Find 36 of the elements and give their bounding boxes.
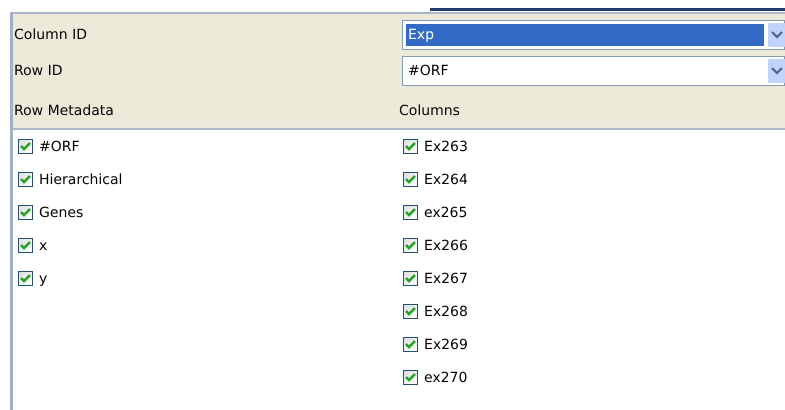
checkbox-label: Ex264 <box>424 170 468 188</box>
checkbox[interactable] <box>18 139 33 154</box>
checkbox[interactable] <box>18 172 33 187</box>
checkbox[interactable] <box>403 337 418 352</box>
checkbox[interactable] <box>18 271 33 286</box>
list-heading: Columns <box>398 102 461 121</box>
checkbox-label: Hierarchical <box>39 170 122 188</box>
checkbox-label: ex270 <box>424 368 468 386</box>
checkbox[interactable] <box>403 238 418 253</box>
checkbox-label: Ex269 <box>424 336 468 354</box>
dropdown-field[interactable]: Exp <box>402 20 785 50</box>
checkbox[interactable] <box>18 205 33 220</box>
field-label: Row ID <box>13 62 64 81</box>
checkbox-label: Ex266 <box>424 236 468 254</box>
caret-icon <box>771 31 783 39</box>
checkbox-label: x <box>39 236 48 254</box>
checkbox[interactable] <box>403 205 418 220</box>
checkbox-label: Ex268 <box>424 302 468 320</box>
checkbox[interactable] <box>18 238 33 253</box>
checkbox-label: #ORF <box>39 138 80 156</box>
dropdown-button[interactable] <box>768 59 785 83</box>
list-heading: Row Metadata <box>13 102 115 121</box>
checkbox[interactable] <box>403 271 418 286</box>
checkbox[interactable] <box>403 370 418 385</box>
checkbox[interactable] <box>403 139 418 154</box>
checkbox[interactable] <box>403 304 418 319</box>
checkbox-label: Genes <box>39 204 84 222</box>
field-label: Column ID <box>13 26 88 45</box>
checkbox-label: y <box>39 270 48 288</box>
caret-icon <box>771 67 783 75</box>
dropdown-button[interactable] <box>768 23 785 47</box>
checkbox-label: ex265 <box>424 204 468 222</box>
dropdown-field[interactable]: #ORF <box>402 56 785 86</box>
checkbox[interactable] <box>403 172 418 187</box>
checkbox-label: Ex263 <box>424 138 468 156</box>
checkbox-label: Ex267 <box>424 270 468 288</box>
